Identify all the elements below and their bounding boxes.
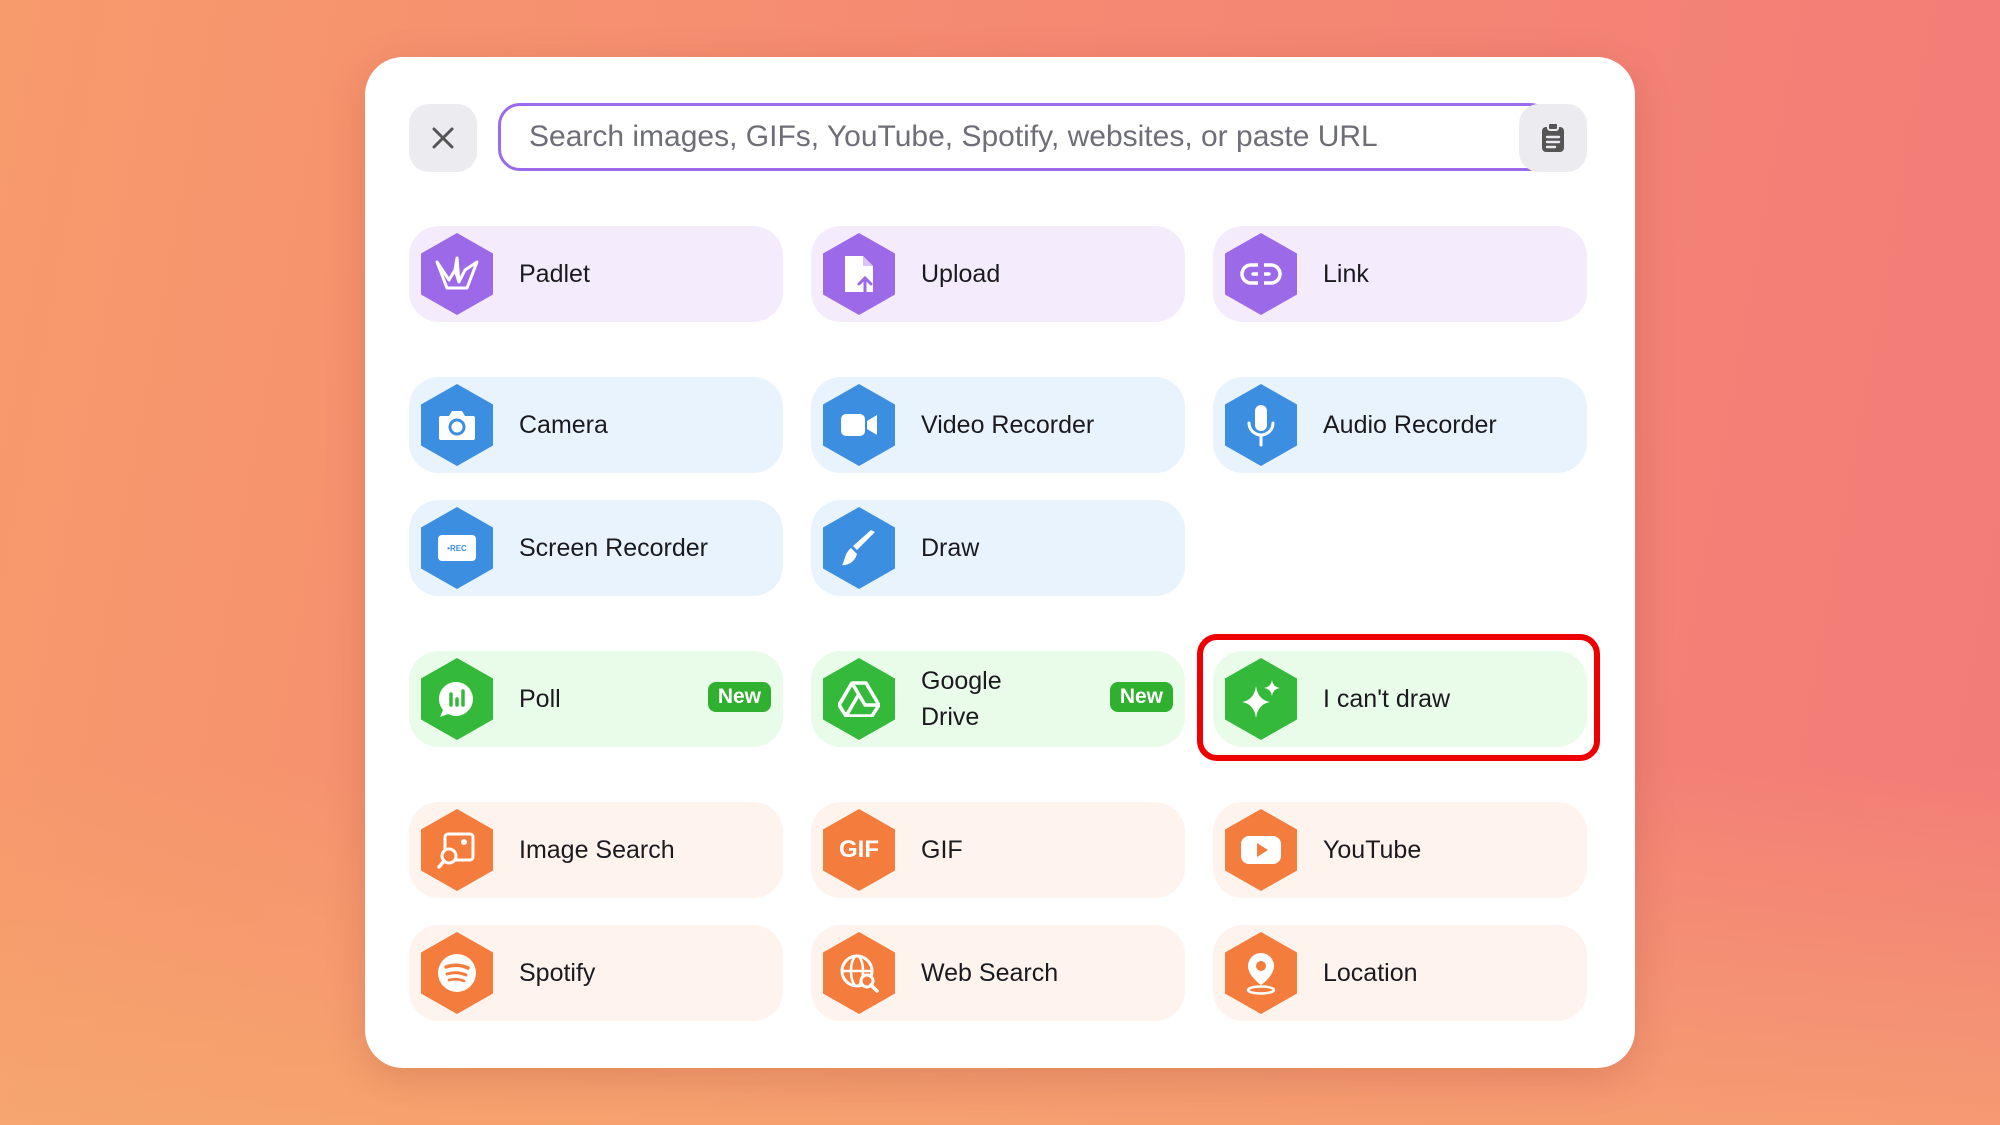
youtube-play-icon xyxy=(1225,809,1297,891)
tile-label: Camera xyxy=(519,411,608,439)
tile-label: Google Drive xyxy=(921,667,1002,731)
new-badge: New xyxy=(707,682,771,712)
globe-search-icon xyxy=(823,932,895,1014)
rec-text: •REC xyxy=(447,543,467,553)
tile-youtube[interactable]: YouTube xyxy=(1213,802,1587,898)
tile-label: GIF xyxy=(921,836,963,864)
gif-icon: GIF xyxy=(823,809,895,891)
close-icon xyxy=(432,127,454,149)
tile-video-recorder[interactable]: Video Recorder xyxy=(811,377,1185,473)
video-camera-icon xyxy=(823,384,895,466)
tile-label: Web Search xyxy=(921,959,1059,987)
link-icon xyxy=(1225,233,1297,315)
tile-spotify[interactable]: Spotify xyxy=(409,925,783,1021)
gif-icon-text: GIF xyxy=(839,836,879,863)
tile-padlet[interactable]: Padlet xyxy=(409,226,783,322)
tile-label: Upload xyxy=(921,260,1001,288)
tile-label: Padlet xyxy=(519,260,590,288)
new-badge: New xyxy=(1109,682,1173,712)
tile-label: Location xyxy=(1323,959,1418,987)
poll-chart-icon xyxy=(421,658,493,740)
tile-google-drive[interactable]: Google Drive New xyxy=(811,651,1185,747)
close-button[interactable] xyxy=(409,104,477,172)
tile-draw[interactable]: Draw xyxy=(811,500,1185,596)
image-search-icon xyxy=(421,809,493,891)
tile-label: Screen Recorder xyxy=(519,534,708,562)
tile-label: Poll xyxy=(519,685,561,713)
tile-label: Audio Recorder xyxy=(1323,411,1497,439)
origami-crane-icon xyxy=(421,233,493,315)
tile-i-cant-draw[interactable]: I can't draw xyxy=(1213,651,1587,747)
clipboard-icon xyxy=(1542,122,1564,152)
spotify-icon xyxy=(421,932,493,1014)
brush-icon xyxy=(823,507,895,589)
file-upload-icon xyxy=(823,233,895,315)
tile-poll[interactable]: Poll New xyxy=(409,651,783,747)
tile-location[interactable]: Location xyxy=(1213,925,1587,1021)
search-input[interactable] xyxy=(498,103,1552,171)
sparkles-icon xyxy=(1225,658,1297,740)
location-pin-icon xyxy=(1225,932,1297,1014)
tile-web-search[interactable]: Web Search xyxy=(811,925,1185,1021)
tile-label: Link xyxy=(1323,260,1369,288)
tile-label: YouTube xyxy=(1323,836,1422,864)
rec-screen-icon: •REC xyxy=(421,507,493,589)
tile-label: I can't draw xyxy=(1323,685,1451,713)
tile-gif[interactable]: GIF GIF xyxy=(811,802,1185,898)
tile-screen-recorder[interactable]: •REC Screen Recorder xyxy=(409,500,783,596)
camera-icon xyxy=(421,384,493,466)
tile-link[interactable]: Link xyxy=(1213,226,1587,322)
google-drive-icon xyxy=(823,658,895,740)
tile-label: Spotify xyxy=(519,959,596,987)
tile-label: Draw xyxy=(921,534,980,562)
add-content-dialog: Padlet Upload Link C xyxy=(365,57,1635,1068)
tile-image-search[interactable]: Image Search xyxy=(409,802,783,898)
paste-clipboard-button[interactable] xyxy=(1519,104,1587,172)
tile-label: Video Recorder xyxy=(921,411,1095,439)
microphone-icon xyxy=(1225,384,1297,466)
tile-audio-recorder[interactable]: Audio Recorder xyxy=(1213,377,1587,473)
tile-label: Image Search xyxy=(519,836,675,864)
tile-upload[interactable]: Upload xyxy=(811,226,1185,322)
tile-camera[interactable]: Camera xyxy=(409,377,783,473)
